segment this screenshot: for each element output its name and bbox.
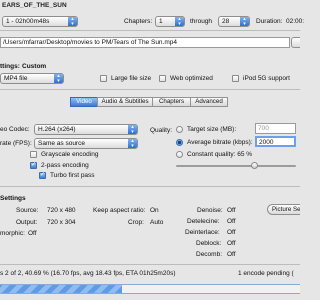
two-pass-checkbox[interactable]: ✓ — [30, 162, 37, 169]
tab-audio-subtitles[interactable]: Audio & Subtitles — [97, 97, 153, 107]
tab-video[interactable]: Video — [70, 97, 98, 107]
average-bitrate-radio[interactable] — [176, 139, 183, 146]
target-size-label: Target size (MB): — [187, 126, 237, 133]
grayscale-checkbox[interactable] — [30, 151, 37, 158]
encode-progress-bar — [0, 284, 300, 294]
chapter-end-popup[interactable]: 28 ▴ ▾ — [218, 16, 250, 27]
output-settings-preset: Custom — [22, 63, 47, 70]
video-codec-popup[interactable]: H.264 (x264) ▴ ▾ — [34, 124, 138, 135]
crop-label: Crop: — [128, 219, 144, 226]
crop-value: Auto — [150, 219, 164, 226]
chevron-updown-icon: ▴ ▾ — [54, 74, 63, 83]
decomb-label: Decomb: — [196, 251, 223, 258]
container-popup[interactable]: MP4 file ▴ ▾ — [0, 73, 64, 84]
destination-file-field[interactable]: /Users/mfarrar/Desktop/movies to PM/Tear… — [0, 37, 290, 48]
source-size-value: 720 x 480 — [47, 207, 76, 214]
deinterlace-value: Off — [227, 229, 236, 236]
target-size-radio[interactable] — [176, 126, 183, 133]
picture-settings-header: Settings — [0, 195, 26, 202]
chevron-updown-icon: ▴ ▾ — [240, 17, 249, 26]
chapters-label: Chapters: — [124, 18, 153, 25]
output-size-label: Output: — [16, 219, 38, 226]
slider-thumb[interactable] — [251, 162, 258, 169]
target-size-field[interactable]: 700 — [255, 123, 296, 134]
slider-track — [176, 165, 296, 167]
video-codec-label: eo Codec: — [0, 126, 30, 133]
container-popup-value: MP4 file — [4, 75, 28, 82]
ipod-5g-label: iPod 5G support — [243, 75, 290, 82]
average-bitrate-field[interactable]: 2000 — [255, 136, 296, 147]
output-size-value: 720 x 304 — [47, 219, 76, 226]
denoise-value: Off — [227, 207, 236, 214]
source-title-label: EARS_OF_THE_SUN — [2, 2, 67, 9]
large-file-label: Large file size — [111, 75, 152, 82]
decomb-value: Off — [227, 251, 236, 258]
chapter-start-popup[interactable]: 1 ▴ ▾ — [155, 16, 185, 27]
encode-progress-fill — [0, 285, 123, 293]
quality-label: Quality: — [150, 127, 173, 134]
ipod-5g-checkbox[interactable] — [232, 75, 239, 82]
chevron-updown-icon: ▴ ▾ — [128, 125, 137, 134]
large-file-checkbox[interactable] — [100, 75, 107, 82]
tab-chapters[interactable]: Chapters — [152, 97, 191, 107]
title-popup-value: 1 - 02h00m48s — [6, 18, 50, 25]
framerate-label: rate (FPS): — [0, 140, 32, 147]
keep-aspect-label: Keep aspect ratio: — [93, 207, 146, 214]
framerate-popup[interactable]: Same as source ▴ ▾ — [34, 138, 138, 149]
detelecine-label: Detelecine: — [187, 218, 220, 225]
chapter-start-value: 1 — [159, 18, 163, 25]
denoise-label: Denoise: — [197, 207, 223, 214]
chapter-end-value: 28 — [222, 18, 230, 25]
web-optimized-label: Web optimized — [170, 75, 213, 82]
through-label: through — [190, 18, 213, 25]
two-pass-label: 2-pass encoding — [41, 162, 89, 169]
constant-quality-label: Constant quality: 65 % — [187, 151, 253, 158]
keep-aspect-value: On — [150, 207, 159, 214]
framerate-value: Same as source — [38, 140, 85, 147]
source-size-label: Source: — [16, 207, 39, 214]
turbo-first-pass-label: Turbo first pass — [50, 172, 95, 179]
divider — [0, 30, 300, 31]
turbo-first-pass-checkbox[interactable]: ✓ — [39, 172, 46, 179]
chevron-updown-icon: ▴ ▾ — [175, 17, 184, 26]
anamorphic-label: morphic: — [0, 230, 25, 237]
video-codec-value: H.264 (x264) — [38, 126, 76, 133]
output-settings-label: ttings: — [0, 63, 20, 70]
divider — [0, 186, 300, 187]
title-popup[interactable]: 1 - 02h00m48s ▴ ▾ — [2, 16, 78, 27]
web-optimized-checkbox[interactable] — [159, 75, 166, 82]
constant-quality-slider[interactable] — [176, 162, 296, 170]
duration-value: 02:00: — [286, 18, 305, 25]
divider — [0, 264, 300, 265]
duration-label: Duration: — [256, 18, 283, 25]
chevron-updown-icon: ▴ ▾ — [128, 139, 137, 148]
average-bitrate-label: Average bitrate (kbps): — [187, 139, 253, 146]
browse-button[interactable] — [291, 37, 300, 48]
picture-settings-button[interactable]: Picture Set — [267, 204, 300, 215]
constant-quality-radio[interactable] — [176, 151, 183, 158]
tab-advanced[interactable]: Advanced — [190, 97, 228, 107]
detelecine-value: Off — [227, 218, 236, 225]
divider — [0, 89, 300, 90]
encode-status-text: s 2 of 2, 40.69 % (16.70 fps, avg 18.43 … — [0, 270, 176, 277]
anamorphic-value: Off — [28, 230, 37, 237]
deinterlace-label: Deinterlace: — [185, 229, 220, 236]
chevron-updown-icon: ▴ ▾ — [68, 17, 77, 26]
deblock-label: Deblock: — [196, 240, 222, 247]
grayscale-label: Grayscale encoding — [41, 151, 99, 158]
pending-status-text: 1 encode pending ( — [238, 270, 294, 277]
deblock-value: Off — [227, 240, 236, 247]
